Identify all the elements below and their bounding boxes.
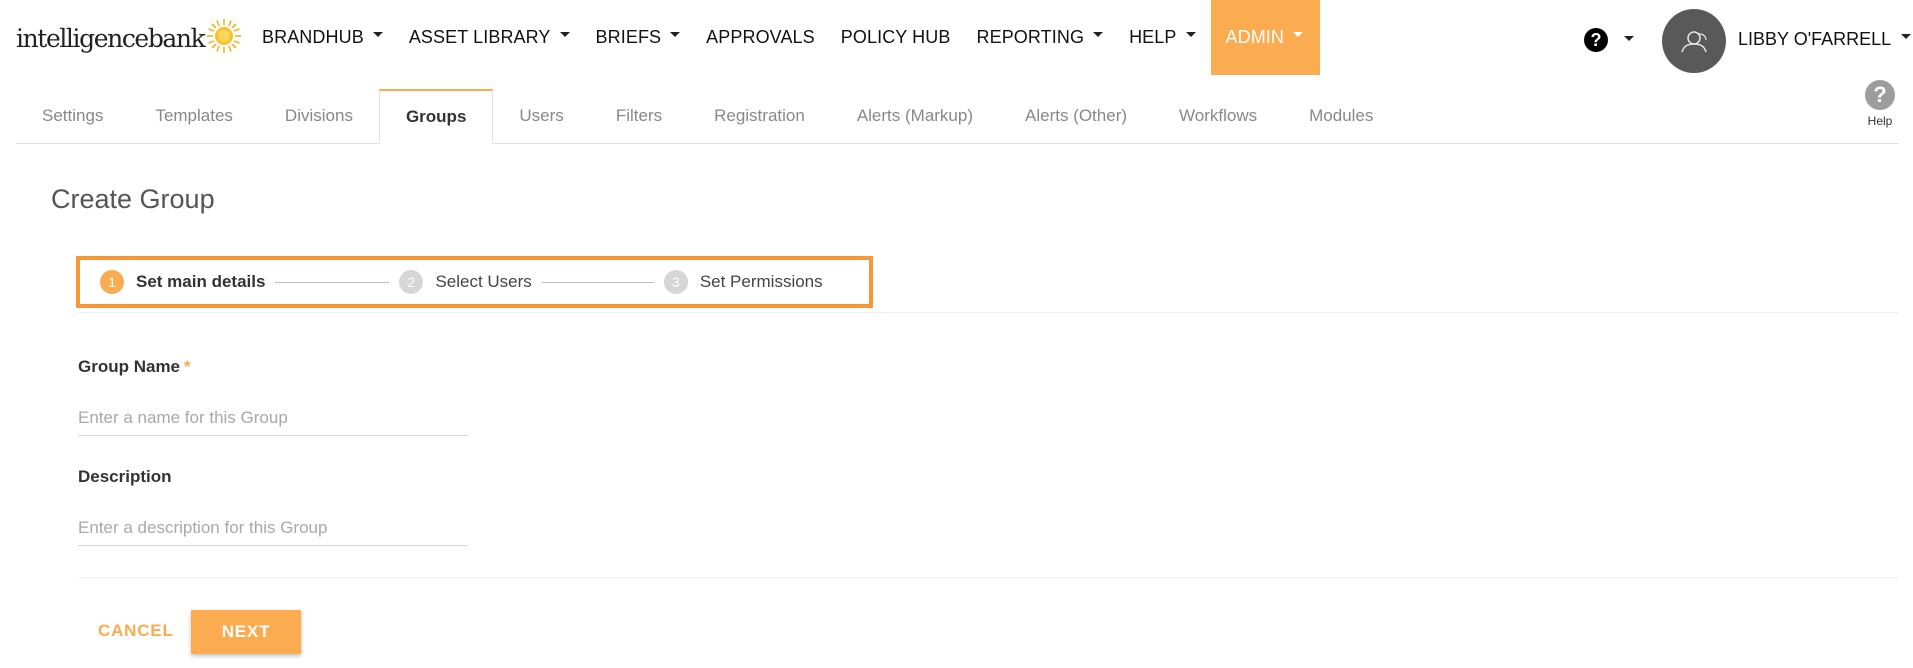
step-label: Set Permissions [699, 272, 823, 291]
dropdown-caret-icon [1185, 32, 1196, 37]
tab-registration[interactable]: Registration [688, 89, 831, 143]
group-name-label: Group Name * [78, 357, 191, 377]
help-widget[interactable]: ? Help [1862, 80, 1898, 128]
step-set-permissions[interactable]: 3 Set Permissions [663, 270, 823, 294]
help-widget-glyph: ? [1873, 82, 1887, 107]
tab-alerts-other[interactable]: Alerts (Other) [999, 89, 1153, 143]
tab-users[interactable]: Users [493, 89, 589, 143]
stepper-divider [78, 312, 1899, 313]
description-input[interactable] [78, 511, 468, 546]
tab-filters[interactable]: Filters [590, 89, 688, 143]
tab-modules[interactable]: Modules [1283, 89, 1399, 143]
nav-item-brandhub[interactable]: BRANDHUB [249, 0, 396, 75]
nav-item-label: ADMIN [1225, 27, 1284, 47]
tab-workflows[interactable]: Workflows [1153, 89, 1283, 143]
group-name-label-text: Group Name [78, 357, 181, 376]
help-widget-label: Help [1867, 114, 1893, 128]
wizard-stepper: 1 Set main details 2 Select Users 3 Set … [76, 256, 873, 308]
nav-item-reporting[interactable]: REPORTING [963, 0, 1116, 75]
user-avatar-icon [1681, 31, 1707, 53]
required-asterisk: * [184, 357, 191, 376]
nav-item-label: BRIEFS [595, 27, 662, 47]
dropdown-caret-icon [559, 32, 570, 37]
admin-subtabs: Settings Templates Divisions Groups Users Fil… [16, 89, 1899, 144]
form-divider [78, 577, 1899, 578]
help-circle-icon: ? [1865, 80, 1895, 110]
step-label: Set main details [136, 272, 266, 291]
nav-item-label: ASSET LIBRARY [408, 27, 551, 47]
tab-divisions[interactable]: Divisions [259, 89, 379, 143]
next-button[interactable]: NEXT [191, 610, 301, 654]
tab-alerts-markup[interactable]: Alerts (Markup) [831, 89, 999, 143]
nav-item-policy-hub[interactable]: POLICY HUB [828, 0, 964, 75]
group-name-input[interactable] [78, 401, 468, 436]
step-connector [275, 281, 390, 283]
user-name-label: LIBBY O'FARRELL [1738, 28, 1892, 49]
step-label: Select Users [435, 272, 532, 291]
user-avatar[interactable] [1662, 9, 1726, 73]
top-navigation: intelligencebank BRANDHUB ASSET LIBRARY BR… [0, 0, 1913, 75]
nav-item-label: HELP [1129, 27, 1177, 47]
help-dropdown-caret-icon[interactable] [1624, 36, 1634, 41]
step-connector [541, 281, 654, 283]
page-title: Create Group [51, 184, 215, 214]
nav-item-admin[interactable]: ADMIN [1210, 0, 1320, 75]
nav-item-help[interactable]: HELP [1116, 0, 1208, 75]
main-menu: BRANDHUB ASSET LIBRARY BRIEFS APPROVALS POLI… [249, 0, 1320, 75]
help-question-glyph: ? [1590, 29, 1602, 50]
description-label-text: Description [78, 467, 172, 486]
step-number-badge: 3 [663, 270, 688, 294]
nav-item-asset-library[interactable]: ASSET LIBRARY [396, 0, 583, 75]
nav-item-label: POLICY HUB [840, 27, 951, 47]
help-question-icon[interactable]: ? [1584, 28, 1608, 52]
tab-settings[interactable]: Settings [16, 89, 129, 143]
nav-item-approvals[interactable]: APPROVALS [693, 0, 828, 75]
description-label: Description [78, 467, 172, 487]
nav-item-label: BRANDHUB [262, 27, 364, 47]
sun-logo-icon [207, 19, 242, 53]
tab-templates[interactable]: Templates [129, 89, 258, 143]
dropdown-caret-icon [1293, 32, 1303, 37]
cancel-button[interactable]: CANCEL [82, 609, 190, 653]
nav-item-label: APPROVALS [706, 27, 815, 47]
user-menu[interactable]: LIBBY O'FARRELL [1738, 0, 1912, 78]
step-number-badge: 2 [399, 270, 424, 294]
step-set-main-details[interactable]: 1 Set main details [100, 270, 265, 294]
intelligencebank-logo[interactable]: intelligencebank [16, 18, 242, 58]
dropdown-caret-icon [670, 32, 681, 37]
dropdown-caret-icon [1093, 32, 1104, 37]
nav-item-briefs[interactable]: BRIEFS [583, 0, 694, 75]
nav-item-label: REPORTING [976, 27, 1085, 47]
dropdown-caret-icon [372, 32, 383, 37]
logo-text: intelligencebank [16, 23, 206, 53]
step-select-users[interactable]: 2 Select Users [399, 270, 532, 294]
step-number-badge: 1 [100, 270, 124, 294]
user-dropdown-caret-icon [1901, 33, 1912, 39]
subtab-list: Settings Templates Divisions Groups Users Fil… [16, 89, 1399, 144]
tab-groups[interactable]: Groups [378, 89, 494, 144]
